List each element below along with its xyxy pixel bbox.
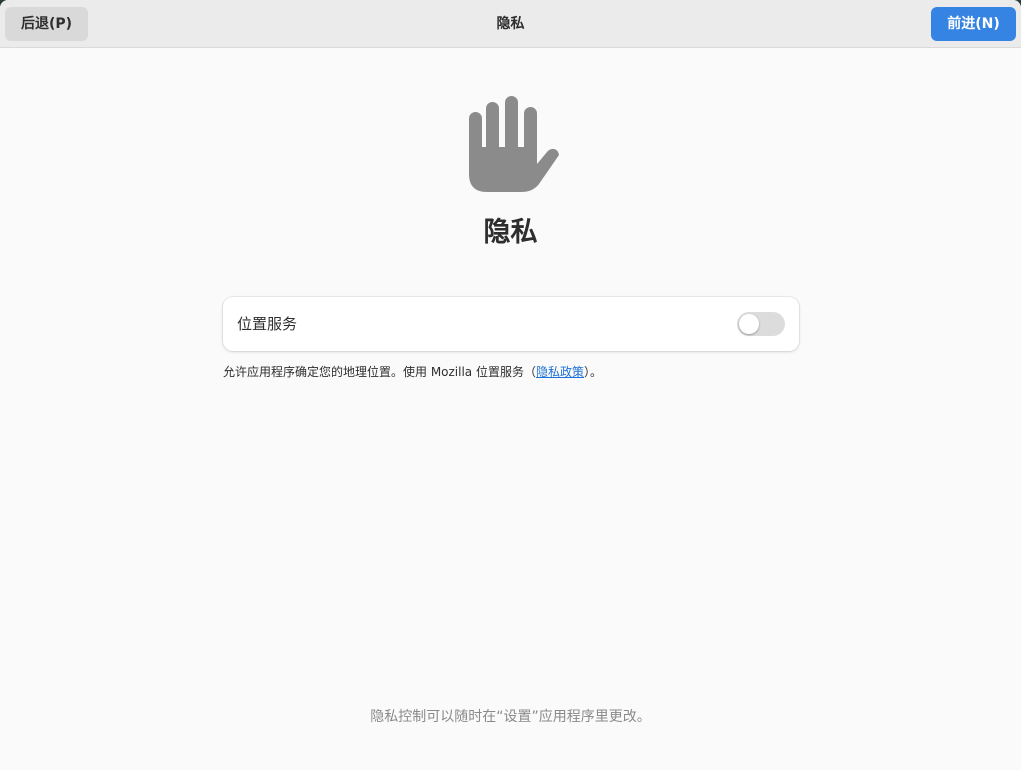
location-description: 允许应用程序确定您的地理位置。使用 Mozilla 位置服务（隐私政策）。 [223,363,602,380]
description-text: 允许应用程序确定您的地理位置。使用 Mozilla 位置服务（ [223,365,536,379]
header-bar: 后退(P) 隐私 前进(N) [0,0,1021,48]
location-services-switch[interactable] [737,312,785,336]
location-services-row: 位置服务 [223,297,799,351]
privacy-policy-link[interactable]: 隐私政策 [536,365,584,379]
page-heading: 隐私 [483,217,538,248]
switch-knob [739,314,759,334]
description-text-end: ）。 [584,365,603,379]
hand-stop-icon [463,92,563,196]
header-title: 隐私 [496,16,525,32]
next-button[interactable]: 前进(N) [931,7,1016,41]
privacy-setup-window: 后退(P) 隐私 前进(N) 隐私 位置服务 允许应用程序确定您的地理位置。使用… [0,0,1021,770]
back-button[interactable]: 后退(P) [5,7,88,41]
location-services-label: 位置服务 [237,315,298,333]
footer-note: 隐私控制可以随时在“设置”应用程序里更改。 [370,709,651,725]
